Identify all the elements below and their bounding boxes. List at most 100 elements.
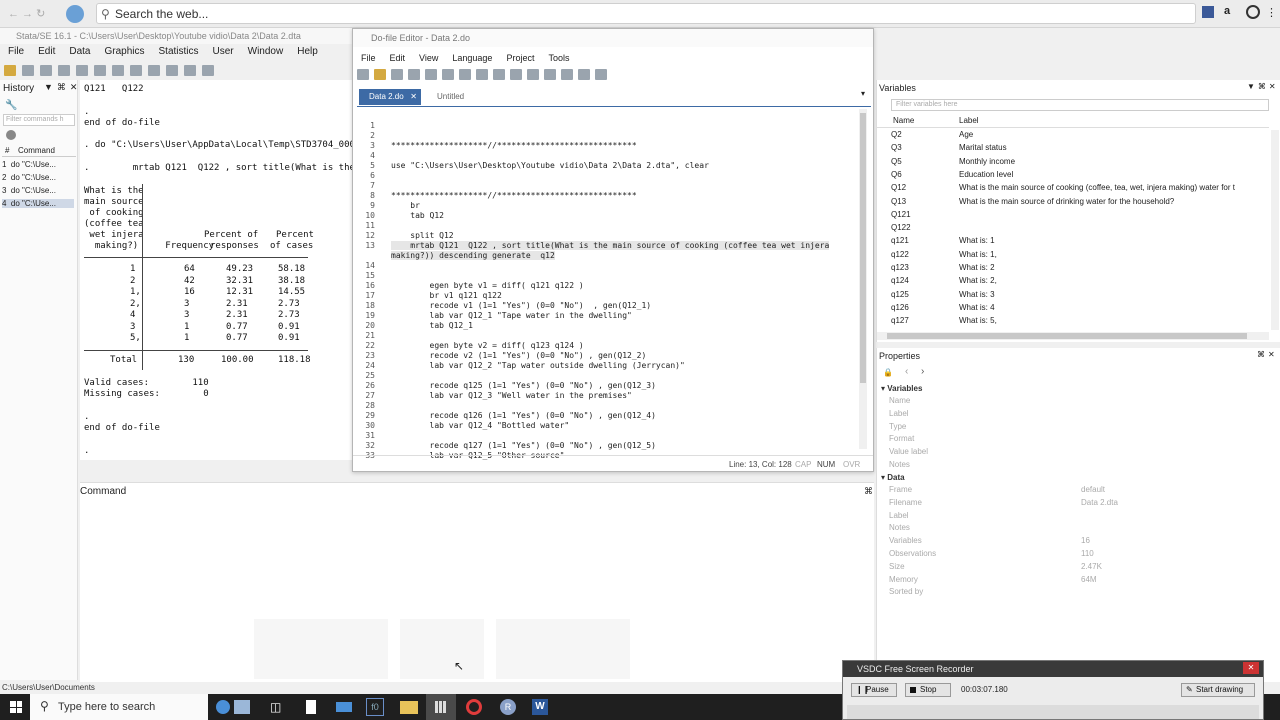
variable-row[interactable]: Q13 What is the main source of drinking w… — [877, 197, 1269, 210]
cortana-icon[interactable] — [216, 700, 230, 714]
data-browser-icon[interactable] — [148, 64, 160, 76]
code-line[interactable]: recode v1 (1=1 "Yes") (0=0 "No") , gen(Q… — [391, 301, 652, 310]
code-line[interactable]: br v1 q121 q122 — [391, 291, 502, 300]
code-line[interactable]: tab Q12_1 — [391, 321, 473, 330]
open-icon[interactable] — [374, 69, 386, 80]
variable-row[interactable]: q125 What is: 3 — [877, 290, 1269, 303]
code-line[interactable]: recode q125 (1=1 "Yes") (0=0 "No") , gen… — [391, 381, 656, 390]
variable-row[interactable]: Q5 Monthly income — [877, 157, 1269, 170]
menu-data[interactable]: Data — [69, 46, 90, 60]
open-icon[interactable] — [4, 64, 16, 76]
panel-controls-icon[interactable]: ⌘✕ — [1257, 350, 1278, 359]
variable-row[interactable]: q121 What is: 1 — [877, 236, 1269, 249]
tab-untitled[interactable]: Untitled — [437, 89, 464, 105]
undo-icon[interactable] — [493, 69, 505, 80]
menu-tools[interactable]: Tools — [548, 53, 569, 63]
command-panel[interactable]: Command ⌘ ↖ — [80, 482, 874, 682]
code-line[interactable]: use "C:\Users\User\Desktop\Youtube vidio… — [391, 161, 709, 170]
lock-icon[interactable]: 🔒 — [883, 368, 893, 377]
variable-row[interactable]: Q122 — [877, 223, 1269, 236]
menu-graphics[interactable]: Graphics — [104, 46, 144, 60]
stop-button[interactable]: Stop — [905, 683, 951, 697]
show-file-icon[interactable] — [578, 69, 590, 80]
bookmark-icon[interactable] — [527, 69, 539, 80]
r-icon[interactable]: R — [500, 699, 516, 715]
print-icon[interactable] — [40, 64, 52, 76]
variable-row[interactable]: q123 What is: 2 — [877, 263, 1269, 276]
more-icon[interactable] — [184, 64, 196, 76]
menu-edit[interactable]: Edit — [38, 46, 55, 60]
browser-logo-icon[interactable] — [66, 5, 84, 23]
code-line[interactable]: recode q126 (1=1 "Yes") (0=0 "No") , gen… — [391, 411, 656, 420]
variable-row[interactable]: Q12 What is the main source of cooking (c… — [877, 183, 1269, 196]
code-line[interactable]: recode q127 (1=1 "Yes") (0=0 "No") , gen… — [391, 441, 656, 450]
execute-icon[interactable] — [595, 69, 607, 80]
section-data[interactable]: ▾ Data — [881, 473, 905, 482]
wrench-icon[interactable]: 🔧 — [5, 100, 17, 111]
facebook-icon[interactable] — [1202, 6, 1214, 18]
menu-project[interactable]: Project — [506, 53, 534, 63]
variable-row[interactable]: Q121 — [877, 210, 1269, 223]
variables-vscrollbar[interactable] — [1271, 130, 1279, 330]
code-editor[interactable]: 1 2 3 ********************//***************… — [361, 121, 861, 481]
history-row[interactable]: 4 do "C:\Use... — [2, 199, 74, 208]
save-icon[interactable] — [22, 64, 34, 76]
code-line[interactable]: egen byte v2 = diff( q123 q124 ) — [391, 341, 584, 350]
history-filter-input[interactable]: Filter commands h — [3, 114, 75, 126]
file-icon[interactable] — [306, 700, 316, 714]
stata-taskbar-icon[interactable] — [426, 694, 456, 720]
pause-button[interactable]: ❙❙ Pause — [851, 683, 897, 697]
variable-row[interactable]: Q2 Age — [877, 130, 1269, 143]
app-thumbnail-icon[interactable] — [234, 700, 250, 714]
data-editor-icon[interactable] — [130, 64, 142, 76]
word-icon[interactable]: W — [532, 699, 548, 715]
viewer-icon[interactable] — [76, 64, 88, 76]
code-line[interactable]: recode v2 (1=1 "Yes") (0=0 "No") , gen(Q… — [391, 351, 647, 360]
print-icon[interactable] — [408, 69, 420, 80]
variable-row[interactable]: q124 What is: 2, — [877, 276, 1269, 289]
code-line[interactable]: mrtab Q121 Q122 , sort title(What is the… — [391, 241, 830, 250]
pin-icon[interactable]: ⌘ — [864, 486, 873, 497]
next-icon[interactable]: › — [921, 366, 924, 377]
copy-icon[interactable] — [459, 69, 471, 80]
bookmark-next-icon[interactable] — [544, 69, 556, 80]
variable-row[interactable]: Q6 Education level — [877, 170, 1269, 183]
opera-icon[interactable] — [466, 699, 482, 715]
code-line[interactable]: lab var Q12_3 "Well water in the premise… — [391, 391, 632, 400]
find-icon[interactable] — [425, 69, 437, 80]
prev-icon[interactable]: ‹ — [905, 366, 908, 377]
web-search-input[interactable]: ⚲ Search the web... — [96, 3, 1196, 24]
save-icon[interactable] — [391, 69, 403, 80]
log-icon[interactable] — [58, 64, 70, 76]
variable-row[interactable]: Q3 Marital status — [877, 143, 1269, 156]
mail-icon[interactable] — [336, 702, 352, 712]
history-row[interactable]: 1 do "C:\Use... — [2, 160, 56, 169]
code-line[interactable]: lab var Q12_1 "Tape water in the dwellin… — [391, 311, 632, 320]
variable-row[interactable]: q126 What is: 4 — [877, 303, 1269, 316]
dofile-editor-icon[interactable] — [112, 64, 124, 76]
bookmark-prev-icon[interactable] — [561, 69, 573, 80]
variables-hscrollbar[interactable] — [877, 332, 1269, 340]
nav-back-icon[interactable]: ← → ↻ — [8, 7, 45, 20]
menu-edit[interactable]: Edit — [390, 53, 406, 63]
menu-window[interactable]: Window — [248, 46, 284, 60]
tab-menu-icon[interactable]: ▾ — [861, 89, 865, 98]
code-line[interactable]: lab var Q12_4 "Bottled water" — [391, 421, 570, 430]
start-drawing-button[interactable]: ✎ Start drawing — [1181, 683, 1255, 697]
task-view-icon[interactable]: ◫ — [270, 700, 281, 714]
extension-icon[interactable] — [1246, 5, 1260, 19]
graph-icon[interactable] — [94, 64, 106, 76]
panel-controls-icon[interactable]: ▼⌘✕ — [44, 82, 81, 93]
variable-row[interactable]: q127 What is: 5, — [877, 316, 1269, 329]
app-icon[interactable]: f0 — [366, 698, 384, 716]
menu-user[interactable]: User — [213, 46, 234, 60]
redo-icon[interactable] — [510, 69, 522, 80]
code-line[interactable]: tab Q12 — [391, 211, 444, 220]
code-line[interactable]: egen byte v1 = diff( q121 q122 ) — [391, 281, 584, 290]
history-row[interactable]: 3 do "C:\Use... — [2, 186, 56, 195]
file-explorer-icon[interactable] — [400, 701, 418, 714]
break-icon[interactable] — [202, 64, 214, 76]
paste-icon[interactable] — [476, 69, 488, 80]
variable-row[interactable]: q122 What is: 1, — [877, 250, 1269, 263]
panel-controls-icon[interactable]: ▼⌘✕ — [1247, 82, 1279, 91]
